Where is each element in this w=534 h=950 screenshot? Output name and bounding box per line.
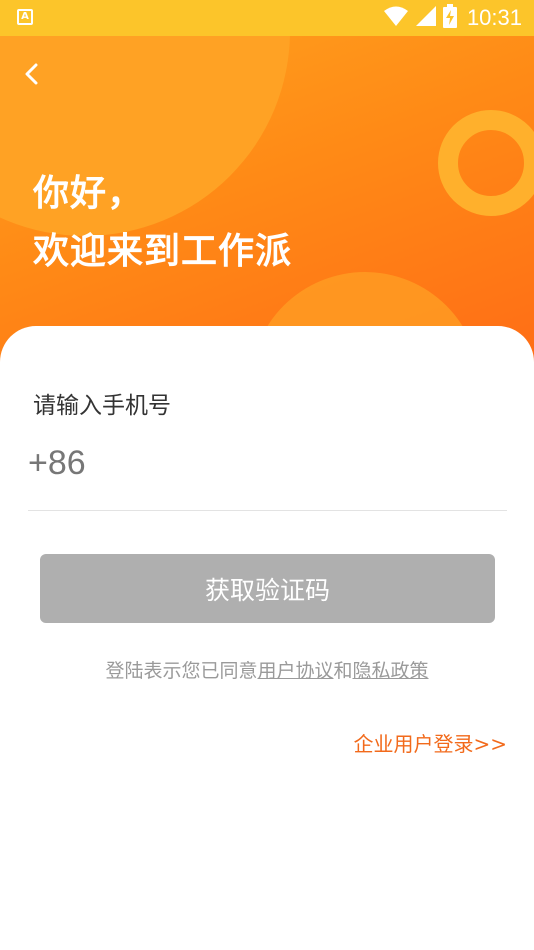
status-time: 10:31 [466,5,522,30]
back-button[interactable] [14,58,50,94]
status-bar: A 10:31 [0,0,534,36]
decorative-ring [438,110,534,216]
agreement-prefix: 登陆表示您已同意 [105,660,258,682]
notification-app-icon: A [17,9,33,25]
welcome-title: 欢迎来到工作派 [33,231,293,272]
status-icons: 10:31 [383,4,522,32]
wifi-icon [383,5,409,31]
battery-charging-icon [442,4,457,32]
agreement-text: 登陆表示您已同意用户协议和隐私政策 [0,656,534,683]
phone-field-row: +86 [28,437,507,511]
greeting-title: 你好， [33,173,145,214]
chevron-left-icon [23,63,41,89]
country-code[interactable]: +86 [28,444,86,483]
login-screen: A 10:31 你好， 欢迎来到工作派 请输入手机号 +86 获取验证码 登陆表… [0,0,534,950]
phone-input[interactable] [97,437,507,489]
get-verification-code-button[interactable]: 获取验证码 [40,554,495,623]
phone-label: 请输入手机号 [33,393,171,419]
enterprise-login-link[interactable]: 企业用户登录>> [353,728,507,757]
header-banner: 你好， 欢迎来到工作派 [0,36,534,366]
login-card: 请输入手机号 +86 获取验证码 登陆表示您已同意用户协议和隐私政策 企业用户登… [0,326,534,950]
signal-icon [415,5,437,31]
agreement-conjunction: 和 [333,660,353,682]
user-agreement-link[interactable]: 用户协议 [257,660,333,682]
privacy-policy-link[interactable]: 隐私政策 [353,660,429,682]
